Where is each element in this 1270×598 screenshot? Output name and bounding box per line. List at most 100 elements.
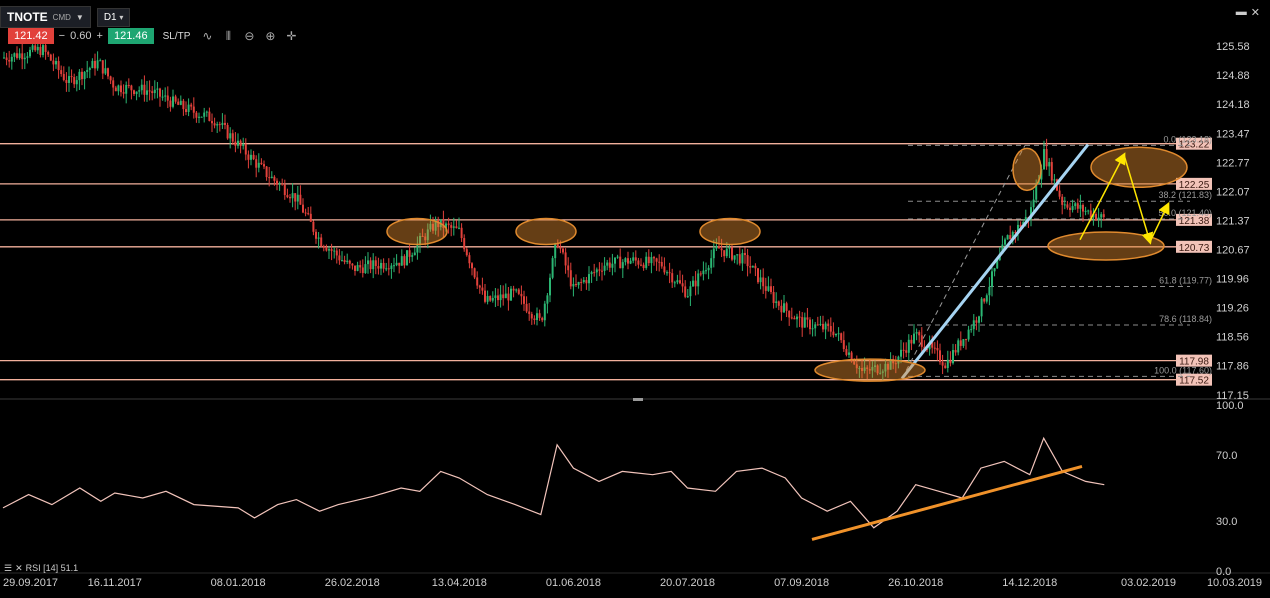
fib-level-label: 0.0 (123.18): [1163, 134, 1212, 144]
candle-body: [1050, 162, 1053, 181]
candle-body: [315, 231, 317, 239]
minimize-icon[interactable]: ▬: [1236, 6, 1247, 19]
candle-body: [913, 333, 915, 344]
candle-body: [952, 350, 954, 364]
candle-body: [107, 68, 109, 77]
highlight-ellipse: [699, 217, 761, 246]
pane-resize-handle: [633, 398, 643, 401]
candle-body: [790, 317, 793, 319]
symbol-selector[interactable]: TNOTE CMD ▼: [0, 6, 91, 28]
fib-level-label: 50.0 (121.40): [1158, 208, 1212, 218]
highlight-ellipse: [1012, 147, 1042, 192]
candle-body: [715, 246, 718, 249]
sl-tp-button[interactable]: SL/TP: [159, 31, 195, 42]
candle-body: [36, 46, 39, 51]
fib-level-label: 61.8 (119.77): [1159, 276, 1212, 286]
candle-body: [372, 260, 375, 270]
trade-bar: 121.42 − 0.60 + 121.46 SL/TP ∿ ⫴ ⊖ ⊕ ✛: [8, 28, 299, 44]
candle-body: [666, 272, 668, 274]
menu-icon[interactable]: ☰: [4, 563, 12, 574]
zoom-in-icon[interactable]: ⊕: [262, 29, 278, 43]
candle-body: [705, 270, 707, 272]
candle-body: [777, 301, 780, 306]
candle-body: [528, 311, 531, 314]
buy-button[interactable]: 121.46: [107, 28, 154, 44]
candle-body: [751, 265, 754, 268]
candle-body: [1082, 204, 1084, 212]
highlight-ellipse: [814, 358, 926, 382]
spread-plus[interactable]: +: [97, 30, 103, 42]
candle-body: [991, 271, 993, 287]
candle-body: [796, 316, 798, 320]
candle-body: [16, 53, 18, 58]
price-axis-tick: 120.67: [1216, 244, 1250, 256]
candle-body: [515, 289, 518, 291]
spread-minus[interactable]: −: [59, 30, 65, 42]
candle-body: [720, 248, 723, 251]
candle-body: [637, 260, 640, 265]
candle-body: [806, 317, 809, 320]
candle-body: [939, 350, 941, 363]
candle-body: [624, 258, 627, 263]
candle-body: [338, 255, 341, 261]
candle-body: [541, 317, 544, 321]
candle-body: [70, 76, 73, 78]
candle-body: [237, 140, 239, 146]
candle-body: [195, 112, 198, 118]
candle-body: [393, 265, 395, 267]
candle-body: [608, 262, 611, 268]
candle-body: [239, 140, 242, 147]
close-icon[interactable]: ✕: [15, 563, 23, 574]
candle-body: [629, 260, 632, 264]
zoom-out-icon[interactable]: ⊖: [241, 29, 257, 43]
sell-button[interactable]: 121.42: [8, 28, 54, 44]
candle-body: [538, 313, 541, 318]
candle-body: [723, 250, 726, 257]
candle-body: [741, 253, 744, 264]
candle-body: [367, 260, 369, 265]
candle-body: [523, 296, 525, 304]
crosshair-icon[interactable]: ✛: [283, 29, 299, 43]
time-axis-tick: 07.09.2018: [774, 577, 829, 589]
candle-body: [499, 294, 502, 301]
candle-body: [975, 320, 978, 323]
chart-canvas[interactable]: 125.58 124.88 124.18 123.47 122.77 122.07 121.…: [0, 0, 1270, 598]
candle-body: [3, 57, 5, 59]
candle-body: [967, 329, 970, 340]
candle-body: [572, 284, 575, 287]
close-icon[interactable]: ✕: [1251, 6, 1260, 19]
candle-body: [304, 212, 307, 214]
candle-body: [676, 280, 679, 283]
candle-body: [707, 267, 710, 271]
candle-body: [512, 288, 515, 291]
candle-body: [941, 362, 944, 366]
time-axis-tick: 13.04.2018: [432, 577, 487, 589]
chart-type-icon[interactable]: ∿: [199, 29, 215, 43]
candle-body: [601, 270, 603, 272]
candle-body: [816, 324, 819, 326]
candle-body: [270, 176, 273, 178]
candles-icon[interactable]: ⫴: [220, 29, 236, 44]
candle-body: [559, 247, 562, 249]
rsi-indicator-label: ☰ ✕ RSI [14] 51.1: [4, 563, 78, 574]
symbol-type: CMD: [52, 12, 71, 22]
candle-body: [255, 159, 258, 168]
candle-body: [73, 77, 76, 85]
candle-body: [151, 91, 154, 94]
candle-body: [525, 303, 528, 312]
symbol-name: TNOTE: [7, 10, 48, 24]
candle-body: [728, 247, 731, 249]
candle-body: [1100, 214, 1103, 218]
timeframe-selector[interactable]: D1 ▾: [96, 7, 131, 27]
candle-body: [187, 104, 190, 113]
candle-body: [18, 53, 21, 58]
candle-body: [944, 365, 947, 369]
candle-body: [569, 270, 572, 287]
candle-body: [575, 284, 577, 286]
candle-body: [213, 123, 216, 126]
candle-body: [169, 100, 172, 107]
candle-body: [148, 90, 151, 92]
candle-body: [447, 223, 450, 226]
candle-body: [354, 265, 356, 271]
candle-body: [577, 282, 580, 286]
